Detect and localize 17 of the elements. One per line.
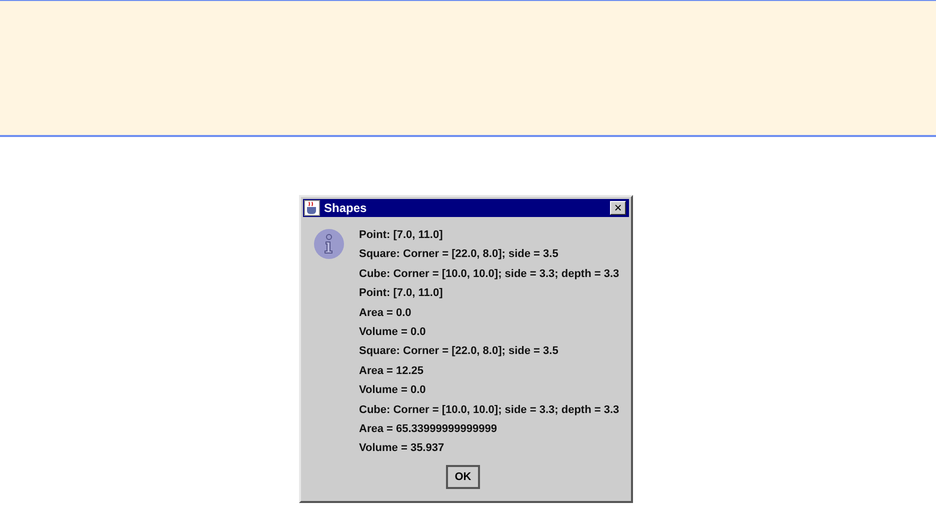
message-line: Square: Corner = [22.0, 8.0]; side = 3.5: [359, 247, 560, 262]
message-line: Point: [7.0, 11.0]: [359, 286, 444, 302]
window-title: Shapes: [324, 201, 368, 215]
message-line: Area = 12.25: [359, 364, 425, 379]
message-line: Cube: Corner = [10.0, 10.0]; side = 3.3; depth = 3.3: [359, 266, 620, 282]
message-line: Volume = 35.937: [359, 441, 446, 456]
message-line: Volume = 0.0: [359, 324, 427, 340]
message-line: Area = 65.33999999999999: [359, 422, 498, 437]
cup-icon: [304, 200, 320, 216]
message-line: Area = 0.0: [359, 306, 412, 321]
info-icon: [313, 228, 345, 260]
ok-button[interactable]: OK: [446, 464, 480, 489]
message-line: Cube: Corner = [10.0, 10.0]; side = 3.3; depth = 3.3: [359, 402, 620, 418]
message-line: Point: [7.0, 11.0]: [359, 228, 444, 243]
message-line: Square: Corner = [22.0, 8.0]; side = 3.5: [359, 344, 560, 360]
message-line: Volume = 0.0: [359, 383, 427, 398]
close-button[interactable]: ×: [610, 201, 626, 215]
